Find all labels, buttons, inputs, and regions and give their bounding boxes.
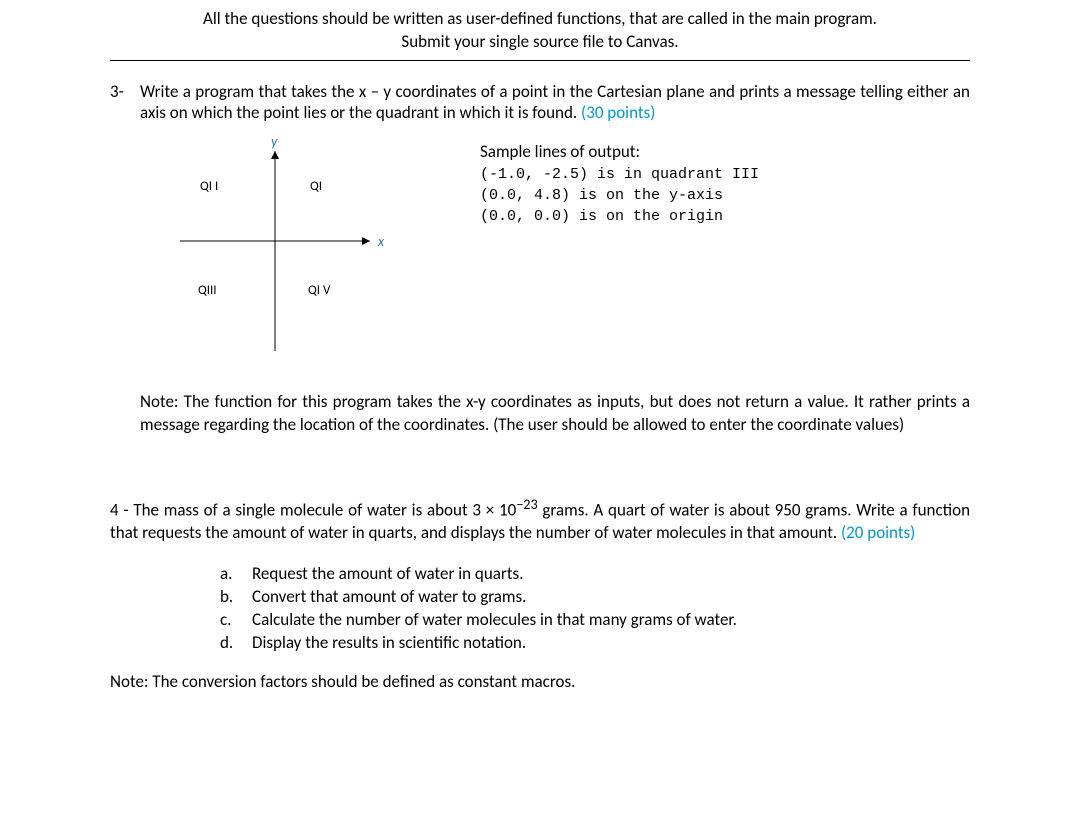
list-text-c: Calculate the number of water molecules … [252,609,970,630]
q4-list: a. Request the amount of water in quarts… [220,563,970,653]
q4-intro: 4 - The mass of a single molecule of wat… [110,495,970,546]
y-axis-label: y [271,133,277,150]
axes-svg [140,141,440,361]
list-item: b. Convert that amount of water to grams… [220,586,970,607]
q3-text: Write a program that takes the x – y coo… [140,81,970,123]
list-text-a: Request the amount of water in quarts. [252,563,970,584]
q4-points: (20 points) [841,522,915,543]
list-item: c. Calculate the number of water molecul… [220,609,970,630]
q4-exponent: −23 [516,496,537,513]
list-letter-c: c. [220,609,252,630]
question-3: 3- Write a program that takes the x – y … [110,81,970,437]
q3-number: 3- [110,81,140,123]
header: All the questions should be written as u… [110,8,970,61]
q4-note: Note: The conversion factors should be d… [110,671,970,692]
quadrant-4-label: QI V [308,283,330,298]
list-text-d: Display the results in scientific notati… [252,632,970,653]
header-line-1: All the questions should be written as u… [110,8,970,31]
quadrant-2-label: QI I [200,179,218,194]
q4-intro-prefix: 4 - The mass of a single molecule of wat… [110,499,516,520]
x-axis-label: x [378,233,384,250]
quadrant-1-label: QI [310,179,322,194]
sample-lines: (-1.0, -2.5) is in quadrant III (0.0, 4.… [480,164,970,227]
header-line-2: Submit your single source file to Canvas… [110,31,970,54]
question-4: 4 - The mass of a single molecule of wat… [110,495,970,693]
list-item: d. Display the results in scientific not… [220,632,970,653]
q3-note: Note: The function for this program take… [140,391,970,437]
cartesian-diagram: y x QI I QI QIII QI V [140,141,450,361]
list-letter-d: d. [220,632,252,653]
quadrant-3-label: QIII [198,283,217,298]
q3-points: (30 points) [581,102,655,123]
q3-body: Write a program that takes the x – y coo… [140,81,970,123]
list-letter-b: b. [220,586,252,607]
list-text-b: Convert that amount of water to grams. [252,586,970,607]
sample-output: Sample lines of output: (-1.0, -2.5) is … [450,141,970,361]
list-letter-a: a. [220,563,252,584]
sample-title: Sample lines of output: [480,141,970,162]
list-item: a. Request the amount of water in quarts… [220,563,970,584]
